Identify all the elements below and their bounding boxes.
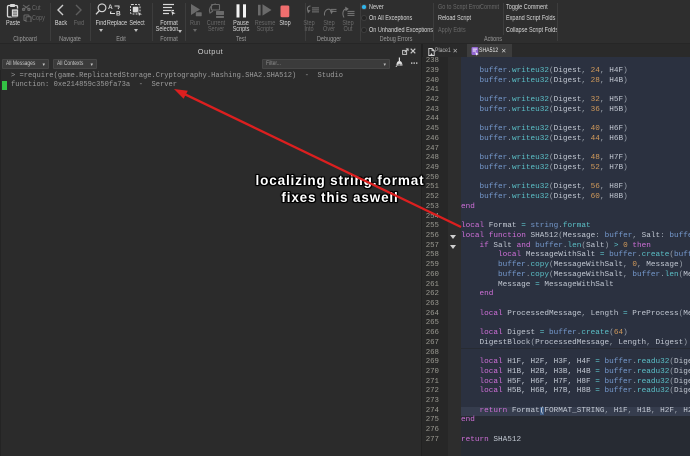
svg-text:B: B: [116, 11, 121, 17]
svg-text:A: A: [108, 4, 113, 11]
